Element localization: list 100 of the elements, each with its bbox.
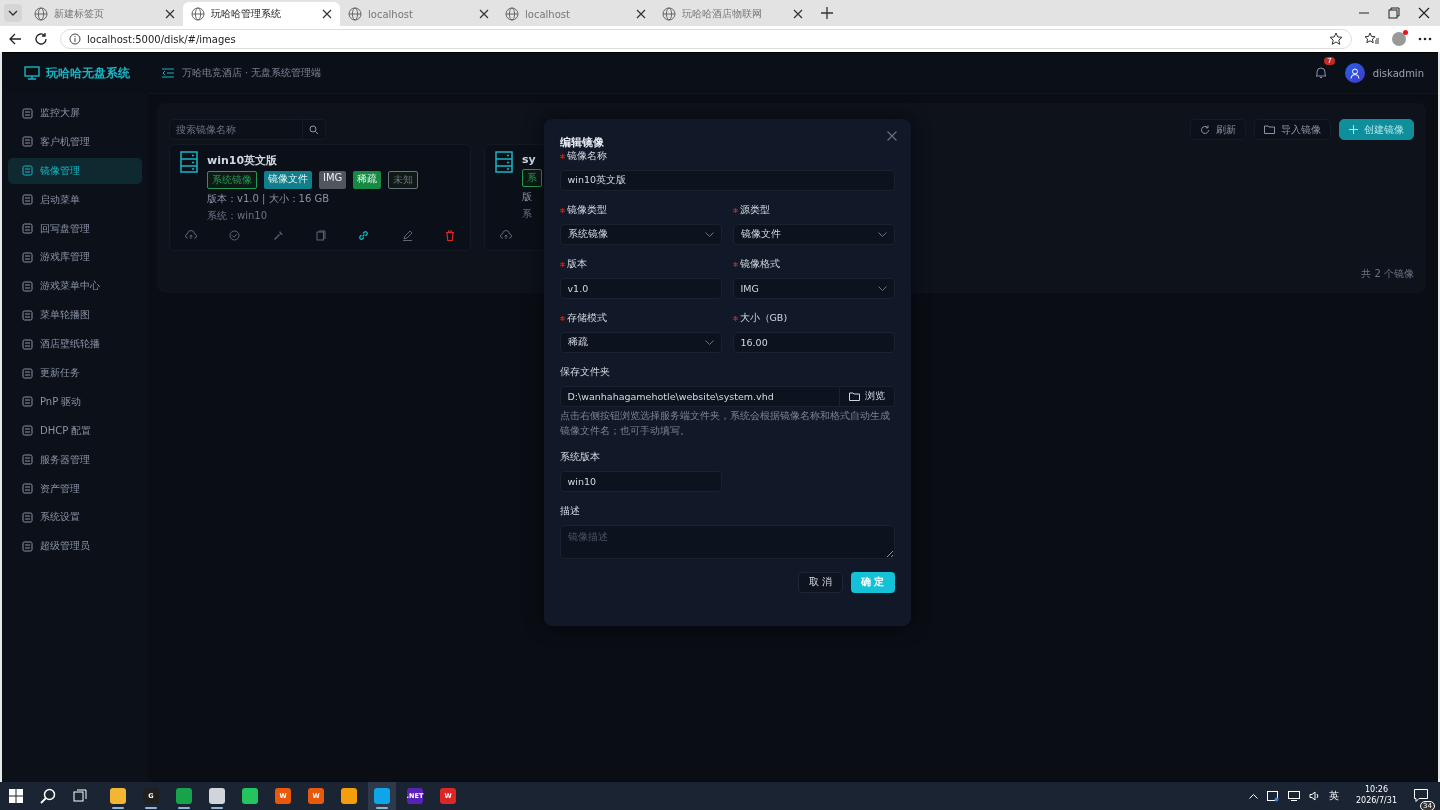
help-text: 点击右侧按钮浏览选择服务端文件夹，系统会根据镜像名称和格式自动生成镜像文件名；也可手动填写。 bbox=[559, 409, 891, 438]
card-title: sy bbox=[522, 153, 537, 166]
notification-center-icon[interactable] bbox=[1414, 788, 1428, 802]
chevron-up-icon[interactable] bbox=[1248, 793, 1258, 799]
input-field[interactable]: 16.00 bbox=[732, 332, 895, 353]
select-field[interactable]: 稀疏 bbox=[559, 332, 722, 353]
menu-item-icon bbox=[22, 483, 33, 495]
chevron-down-icon bbox=[704, 231, 714, 238]
favorites-icon[interactable] bbox=[1364, 32, 1380, 46]
taskbar-app[interactable] bbox=[368, 782, 396, 810]
sidebar-item[interactable]: 服务器管理 bbox=[8, 446, 142, 473]
search-field[interactable]: 搜索镜像名称 bbox=[169, 119, 303, 140]
pencil-icon[interactable] bbox=[401, 230, 413, 241]
sidebar-item[interactable]: 系统设置 bbox=[8, 504, 142, 531]
close-icon[interactable] bbox=[793, 9, 803, 19]
toolbar-button[interactable]: 导入镜像 bbox=[1254, 119, 1331, 140]
network-icon[interactable] bbox=[1287, 791, 1300, 801]
tab-list-button[interactable] bbox=[4, 4, 22, 22]
input-field[interactable]: win10英文版 bbox=[559, 170, 895, 191]
reload-icon[interactable] bbox=[34, 32, 48, 46]
cancel-button[interactable]: 取 消 bbox=[798, 572, 844, 593]
sidebar-item[interactable]: 启动菜单 bbox=[8, 186, 142, 213]
sidebar-item[interactable]: 菜单轮播图 bbox=[8, 302, 142, 329]
field-label: 镜像名称 bbox=[566, 150, 607, 163]
globe-icon bbox=[505, 7, 519, 21]
close-icon[interactable] bbox=[322, 9, 332, 19]
sidebar-item[interactable]: 游戏库管理 bbox=[8, 244, 142, 271]
search-icon[interactable] bbox=[40, 788, 56, 804]
tray-app-icon[interactable] bbox=[1266, 790, 1279, 802]
tag: 稀疏 bbox=[353, 171, 382, 189]
menu-fold-icon[interactable] bbox=[162, 68, 174, 78]
sidebar-item[interactable]: 更新任务 bbox=[8, 360, 142, 386]
sidebar-item[interactable]: 游戏菜单中心 bbox=[8, 273, 142, 300]
bell-icon[interactable] bbox=[1314, 65, 1327, 79]
username: diskadmin bbox=[1372, 67, 1424, 79]
sidebar-item[interactable]: 资产管理 bbox=[8, 475, 142, 502]
close-icon[interactable] bbox=[165, 9, 175, 19]
close-icon[interactable] bbox=[1418, 7, 1430, 19]
menu-item-icon bbox=[22, 136, 33, 148]
field-label: 源类型 bbox=[739, 204, 770, 217]
browser-tab[interactable]: 玩哈哈管理系统 bbox=[183, 2, 340, 26]
sidebar-item[interactable]: 回写盘管理 bbox=[8, 215, 142, 242]
notification-dot bbox=[1403, 30, 1408, 35]
folder-icon bbox=[1264, 125, 1275, 134]
globe-icon bbox=[34, 7, 48, 21]
browse-button[interactable]: 浏览 bbox=[839, 386, 895, 407]
menu-item-icon bbox=[22, 338, 33, 350]
search-icon[interactable] bbox=[309, 124, 319, 135]
clock[interactable]: 10:26 2026/7/31 bbox=[1355, 785, 1397, 807]
toolbar-button[interactable]: 刷新 bbox=[1190, 119, 1246, 140]
speaker-icon[interactable] bbox=[1308, 791, 1320, 801]
input-method-indicator[interactable]: 英 bbox=[1328, 789, 1339, 803]
menu-item-icon bbox=[22, 367, 33, 379]
globe-icon bbox=[662, 7, 676, 21]
star-icon[interactable] bbox=[1329, 32, 1343, 46]
tab-title: 新建标签页 bbox=[54, 7, 105, 21]
select-field[interactable]: 镜像文件 bbox=[732, 224, 895, 245]
input-field[interactable]: win10 bbox=[559, 471, 722, 492]
browser-tab[interactable]: localhost bbox=[497, 2, 654, 26]
tab-title: localhost bbox=[368, 8, 414, 20]
upload-icon[interactable] bbox=[500, 230, 512, 240]
trash-icon[interactable] bbox=[444, 230, 455, 241]
more-icon[interactable] bbox=[1418, 37, 1432, 41]
menu-item-icon bbox=[22, 251, 33, 263]
close-icon[interactable] bbox=[636, 9, 646, 19]
tab-title: 玩哈哈管理系统 bbox=[211, 7, 282, 21]
sidebar-item[interactable]: 酒店壁纸轮播 bbox=[8, 331, 142, 358]
sidebar-item[interactable]: DHCP 配置 bbox=[8, 417, 142, 444]
back-arrow-icon[interactable] bbox=[8, 32, 22, 46]
sidebar-item[interactable]: PnP 驱动 bbox=[8, 388, 142, 415]
user-avatar[interactable] bbox=[1344, 63, 1365, 83]
upload-icon[interactable] bbox=[185, 230, 197, 240]
sidebar-item[interactable]: 超级管理员 bbox=[8, 533, 142, 560]
menu-item-icon bbox=[22, 454, 33, 466]
browser-tab[interactable]: 新建标签页 bbox=[26, 2, 183, 26]
task-view-icon[interactable] bbox=[73, 789, 87, 803]
browser-tab[interactable]: localhost bbox=[340, 2, 497, 26]
link-icon[interactable] bbox=[358, 230, 370, 241]
select-field[interactable]: IMG bbox=[732, 278, 895, 299]
wrench-icon[interactable] bbox=[272, 230, 284, 241]
select-field[interactable]: 系统镜像 bbox=[559, 224, 722, 245]
check-circle-icon[interactable] bbox=[229, 230, 241, 241]
field-label: 镜像类型 bbox=[566, 204, 607, 217]
sidebar-item[interactable]: 监控大屏 bbox=[8, 100, 142, 126]
folder-path-field[interactable]: D:\wanhahagamehotle\website\system.vhd bbox=[559, 386, 840, 407]
restore-icon[interactable] bbox=[1388, 7, 1400, 19]
sidebar-item[interactable]: 客户机管理 bbox=[8, 128, 142, 155]
windows-start-icon[interactable] bbox=[9, 789, 23, 803]
plus-icon[interactable] bbox=[821, 7, 833, 19]
profile-avatar[interactable] bbox=[1392, 32, 1406, 46]
browser-tab[interactable]: 玩哈哈酒店物联网 bbox=[654, 2, 811, 26]
chevron-down-icon bbox=[877, 231, 887, 238]
search-button[interactable] bbox=[303, 119, 326, 140]
description-field[interactable]: 镜像描述 bbox=[559, 525, 895, 559]
copy-icon[interactable] bbox=[316, 230, 326, 241]
menu-item-icon bbox=[22, 280, 33, 292]
input-field[interactable]: v1.0 bbox=[559, 278, 722, 299]
close-icon[interactable] bbox=[479, 9, 489, 19]
menu-item-icon bbox=[22, 425, 33, 437]
sidebar-item[interactable]: 镜像管理 bbox=[8, 157, 142, 184]
